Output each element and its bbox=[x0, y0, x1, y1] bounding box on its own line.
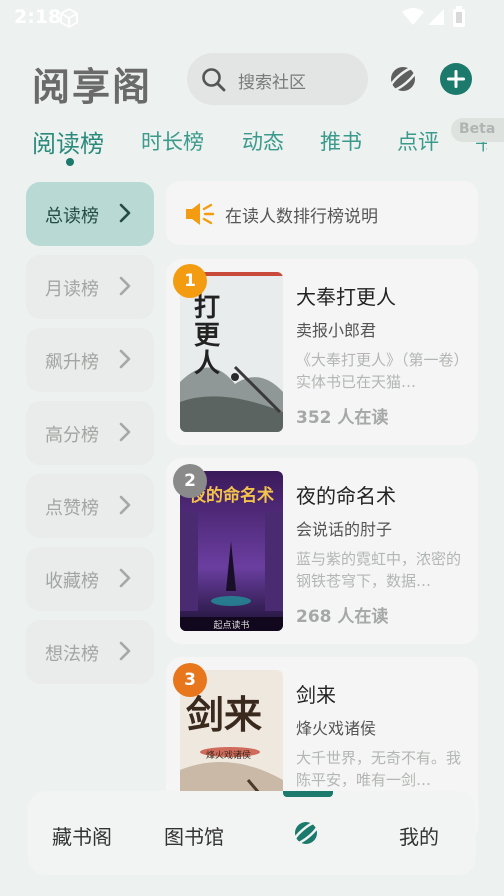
nav-mine[interactable]: 我的 bbox=[399, 821, 439, 850]
chevron-right-icon bbox=[118, 202, 132, 229]
status-bar: 2:18 bbox=[0, 0, 504, 36]
cover-publisher: 起点读书 bbox=[213, 621, 250, 631]
bottom-nav: 藏书阁 图书馆 我的 bbox=[28, 791, 476, 875]
planet-icon[interactable] bbox=[290, 817, 322, 853]
cover-author: 烽火戏诸侯 bbox=[206, 751, 252, 761]
tab-review[interactable]: 点评 bbox=[397, 126, 439, 156]
app-title: 阅享阁 bbox=[32, 65, 153, 109]
ranking-notice[interactable]: 在读人数排行榜说明 bbox=[166, 181, 478, 245]
rank-menu-thoughts[interactable]: 想法榜 bbox=[26, 620, 154, 684]
rank-badge: 2 bbox=[173, 464, 207, 498]
notice-text: 在读人数排行榜说明 bbox=[225, 207, 378, 227]
rank-menu-rising[interactable]: 飙升榜 bbox=[26, 328, 154, 392]
tab-recommend[interactable]: 推书 bbox=[320, 126, 362, 156]
tab-reading-rank[interactable]: 阅读榜 bbox=[32, 124, 104, 159]
tab-dynamics[interactable]: 动态 bbox=[242, 126, 284, 156]
book-author: 会说话的肘子 bbox=[296, 520, 393, 539]
battery-icon bbox=[452, 6, 466, 32]
status-time: 2:18 bbox=[14, 6, 62, 28]
book-description: 大千世界，无奇不有。我陈平安，唯有一剑… bbox=[296, 749, 462, 789]
book-card[interactable]: 夜的命名术 起点读书 夜的命名术 会说话的肘子 蓝与紫的霓虹中，浓密的钢铁苍穹下… bbox=[166, 458, 478, 644]
chevron-right-icon bbox=[118, 421, 132, 448]
book-author: 卖报小郎君 bbox=[296, 321, 377, 340]
tab-active-indicator bbox=[66, 158, 74, 166]
rank-menu-label: 高分榜 bbox=[45, 425, 99, 446]
beta-badge: Beta bbox=[451, 118, 504, 142]
book-author: 烽火戏诸侯 bbox=[296, 719, 377, 738]
nav-bookshelf[interactable]: 藏书阁 bbox=[52, 821, 112, 850]
rank-menu-high-score[interactable]: 高分榜 bbox=[26, 401, 154, 465]
rank-menu-label: 飙升榜 bbox=[45, 352, 99, 373]
rank-menu-total[interactable]: 总读榜 bbox=[26, 182, 154, 246]
tab-duration-rank[interactable]: 时长榜 bbox=[141, 126, 204, 156]
rank-menu-likes[interactable]: 点赞榜 bbox=[26, 474, 154, 538]
book-title: 剑来 bbox=[296, 683, 336, 707]
rank-menu-label: 月读榜 bbox=[45, 279, 99, 300]
signal-icon bbox=[427, 8, 445, 30]
rank-badge: 1 bbox=[173, 264, 207, 298]
cover-title: 打更人 bbox=[194, 293, 221, 379]
book-description: 《大奉打更人》（第一卷）实体书已在天猫… bbox=[296, 351, 462, 391]
book-readers: 352 人在读 bbox=[296, 408, 389, 428]
rank-menu-label: 收藏榜 bbox=[45, 571, 99, 592]
book-title: 夜的命名术 bbox=[296, 484, 396, 508]
search-bar[interactable]: 搜索社区 bbox=[187, 53, 368, 105]
book-readers: 268 人在读 bbox=[296, 607, 389, 627]
rank-menu-label: 点赞榜 bbox=[45, 498, 99, 519]
chevron-right-icon bbox=[118, 348, 132, 375]
add-icon[interactable] bbox=[439, 62, 473, 100]
nav-active-indicator bbox=[283, 791, 333, 797]
rank-menu-favorites[interactable]: 收藏榜 bbox=[26, 547, 154, 611]
rank-menu-label: 总读榜 bbox=[45, 206, 99, 227]
chevron-right-icon bbox=[118, 567, 132, 594]
rank-badge: 3 bbox=[173, 663, 207, 697]
nav-library[interactable]: 图书馆 bbox=[164, 821, 224, 850]
chevron-right-icon bbox=[118, 640, 132, 667]
status-app-icon bbox=[58, 7, 80, 33]
book-card[interactable]: 打更人 大奉打更人 卖报小郎君 《大奉打更人》（第一卷）实体书已在天猫… 352… bbox=[166, 259, 478, 445]
search-placeholder: 搜索社区 bbox=[238, 73, 306, 93]
search-icon bbox=[201, 67, 227, 97]
chevron-right-icon bbox=[118, 275, 132, 302]
speaker-icon bbox=[184, 201, 215, 231]
rank-menu-monthly[interactable]: 月读榜 bbox=[26, 255, 154, 319]
book-description: 蓝与紫的霓虹中，浓密的钢铁苍穹下，数据… bbox=[296, 550, 462, 590]
chevron-right-icon bbox=[118, 494, 132, 521]
planet-icon[interactable] bbox=[386, 62, 420, 100]
rank-menu-label: 想法榜 bbox=[45, 644, 99, 665]
wifi-icon bbox=[402, 8, 424, 30]
book-title: 大奉打更人 bbox=[296, 285, 396, 309]
